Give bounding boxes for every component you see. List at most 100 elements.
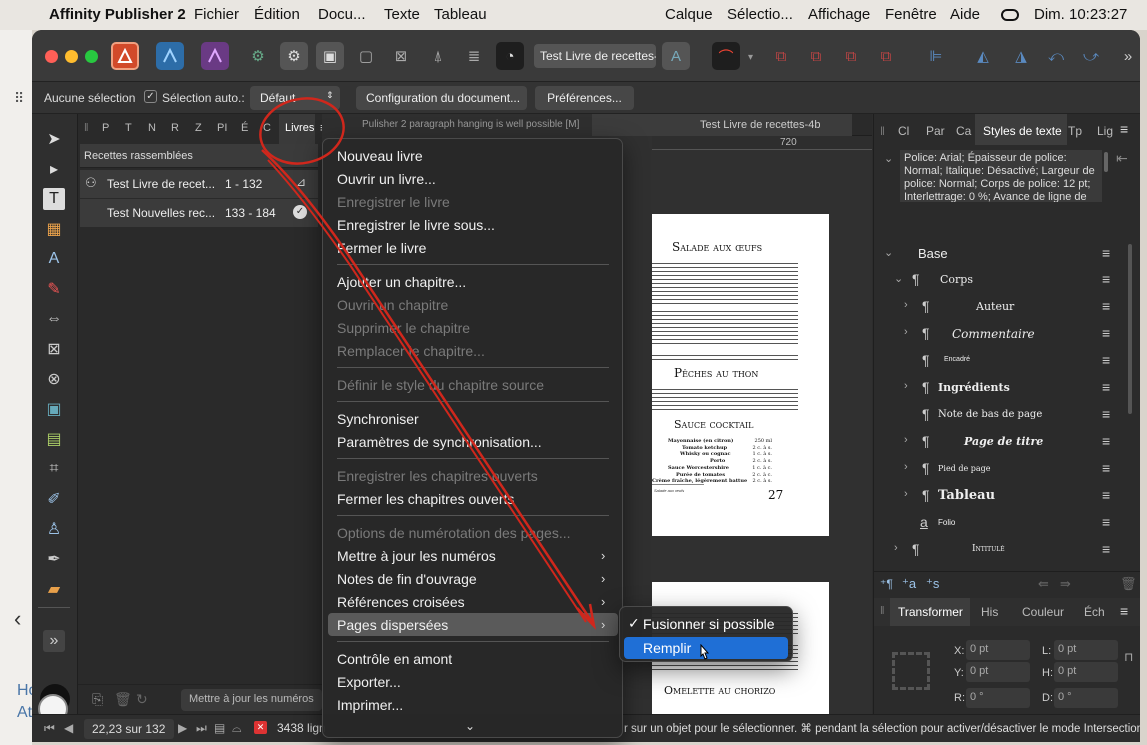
menu-selection[interactable]: Sélectio... [727, 6, 793, 23]
new-style-from-selection-icon[interactable]: ⁺s [926, 576, 939, 592]
menu-document[interactable]: Docu... [318, 6, 366, 23]
back-chevron-icon[interactable]: ‹ [14, 606, 21, 632]
update-numbers-button[interactable]: Mettre à jour les numéros [181, 689, 322, 711]
menu-export[interactable]: Exporter... [337, 674, 401, 690]
page-indicator[interactable]: 22,23 sur 132 [84, 719, 174, 739]
menu-endnotes[interactable]: Notes de fin d'ouvrage [337, 571, 477, 587]
preview-mode-icon[interactable]: ◔ [496, 42, 524, 70]
preflight-error-icon[interactable]: ✕ [254, 721, 267, 734]
add-chapter-icon[interactable]: ⎘ [92, 691, 103, 708]
ellipse-frame-tool-icon[interactable]: ⊗ [43, 368, 65, 390]
tab-ca[interactable]: Ca [956, 124, 971, 138]
stack-icon[interactable]: ≣ [460, 42, 488, 70]
style-row-tableau[interactable]: › ¶ Tableau ≡ [874, 483, 1136, 510]
style-row-footer[interactable]: › ¶ Pied de page ≡ [874, 456, 1136, 483]
panel-grip[interactable]: ‖ [880, 605, 885, 617]
pages-icon[interactable]: ▤ [214, 721, 225, 735]
style-row-base[interactable]: ⌄ Base ≡ [874, 241, 1136, 268]
place-image-tool-icon[interactable]: ▣ [43, 398, 65, 420]
close-window-button[interactable] [45, 50, 58, 63]
tab-p[interactable]: P [102, 122, 109, 134]
menu-affichage[interactable]: Affichage [808, 6, 870, 23]
collapse-description-icon[interactable]: ⌄ [884, 152, 893, 165]
arrange-icon-1[interactable]: ⧉ [767, 42, 795, 70]
tab-cl[interactable]: Cl [898, 124, 909, 138]
grid-frame-icon[interactable]: ⊠ [387, 42, 415, 70]
rotation-field[interactable]: 0 ° [966, 688, 1030, 708]
horizontal-ruler[interactable]: 720 [652, 136, 872, 150]
arrange-icon-2[interactable]: ⧉ [802, 42, 830, 70]
menu-scattered-pages[interactable]: Pages dispersées [337, 617, 448, 633]
gear-icon[interactable]: ⚙ [244, 42, 272, 70]
document-setup-button[interactable]: Configuration du document... [356, 86, 527, 110]
settings-active-icon[interactable]: ⚙ [280, 42, 308, 70]
l-field[interactable]: 0 pt [1054, 640, 1118, 660]
lock-ratio-icon[interactable]: ⊓ [1124, 650, 1133, 664]
app-menu[interactable]: Affinity Publisher 2 [49, 6, 186, 23]
style-row-encadre[interactable]: ¶ Encadré ≡ [874, 348, 1136, 375]
tab-color[interactable]: Couleur [1022, 605, 1064, 619]
menu-cross-references[interactable]: Références croisées [337, 594, 465, 610]
delete-style-icon[interactable]: 🗑 [1120, 576, 1137, 592]
tab-history[interactable]: His [981, 605, 998, 619]
style-menu-icon[interactable]: ≡ [1102, 433, 1110, 449]
style-menu-icon[interactable]: ≡ [1102, 541, 1110, 557]
ruler-tool-icon[interactable]: ▰ [43, 578, 65, 600]
rotate-left-icon[interactable]: ⤺ [1042, 42, 1070, 70]
tab-lig[interactable]: Lig [1097, 124, 1113, 138]
preferences-button[interactable]: Préférences... [535, 86, 634, 110]
flip-horizontal-icon[interactable]: ◭ [969, 42, 997, 70]
style-menu-icon[interactable]: ≡ [1102, 271, 1110, 287]
menu-save-book-as[interactable]: Enregistrer le livre sous... [337, 217, 495, 233]
artistic-text-tool-icon[interactable]: A [43, 248, 65, 270]
styles-panel-menu-icon[interactable]: ≡ [1120, 121, 1128, 137]
menu-fenetre[interactable]: Fenêtre [885, 6, 937, 23]
chapter-row-1[interactable]: ⚇ Test Livre de recet... 1 - 132 ⊿ [80, 170, 318, 198]
style-menu-icon[interactable]: ≡ [1102, 325, 1110, 341]
menu-update-numbers[interactable]: Mettre à jour les numéros [337, 548, 496, 564]
snapping-dropdown-icon[interactable]: ▾ [748, 52, 753, 63]
style-menu-icon[interactable]: ≡ [1102, 245, 1110, 261]
tab-swatches[interactable]: Éch [1084, 605, 1105, 619]
menu-tableau[interactable]: Tableau [434, 6, 487, 23]
style-row-intitule[interactable]: › ¶ Intitulé ≡ [874, 537, 1136, 564]
transparency-tool-icon[interactable]: ✐ [43, 488, 65, 510]
style-menu-icon[interactable]: ≡ [1102, 352, 1110, 368]
tab-text-styles[interactable]: Styles de texte [983, 124, 1062, 138]
style-menu-icon[interactable]: ≡ [1102, 298, 1110, 314]
chapter-row-2[interactable]: Test Nouvelles rec... 133 - 184 ✓ [80, 199, 318, 227]
frame-icon[interactable]: ▢ [352, 42, 380, 70]
style-row-ingredients[interactable]: › ¶ Ingrédients ≡ [874, 375, 1136, 402]
text-frame-icon[interactable]: A [662, 42, 690, 70]
menu-print[interactable]: Imprimer... [337, 697, 403, 713]
node-tool-icon[interactable]: ▸ [43, 158, 65, 180]
styles-scrollbar[interactable] [1128, 244, 1132, 414]
align-icon[interactable]: ⊫ [922, 42, 950, 70]
more-tools-icon[interactable]: » [1114, 42, 1140, 70]
tab-doc-2[interactable]: Test Livre de recettes-4b [592, 114, 852, 136]
publisher-persona-icon[interactable] [111, 42, 139, 70]
style-row-corps[interactable]: ⌄ ¶ Corps ≡ [874, 267, 1136, 294]
tab-e[interactable]: É [241, 122, 248, 134]
panel-grip[interactable]: ‖ [880, 124, 885, 138]
tab-pi[interactable]: PI [217, 122, 227, 134]
transform-panel-menu-icon[interactable]: ≡ [1120, 603, 1128, 619]
vector-brush-tool-icon[interactable]: ♙ [43, 518, 65, 540]
menu-fichier[interactable]: Fichier [194, 6, 239, 23]
menu-aide[interactable]: Aide [950, 6, 980, 23]
pin-icon[interactable]: ⍋ [424, 42, 452, 70]
style-row-title-page[interactable]: › ¶ Page de titre ≡ [874, 429, 1136, 456]
style-row-footnote[interactable]: ¶ Note de bas de page ≡ [874, 402, 1136, 429]
snapping-icon[interactable]: ⌒ [712, 42, 740, 70]
crop-tool-icon[interactable]: ⌗ [43, 458, 65, 480]
table-tool-icon[interactable]: ▦ [43, 218, 65, 240]
master-page-icon[interactable]: ▣ [316, 42, 344, 70]
new-character-style-icon[interactable]: ⁺a [902, 576, 916, 592]
style-row-folio[interactable]: a Folio ≡ [874, 510, 1136, 537]
arrange-icon-3[interactable]: ⧉ [837, 42, 865, 70]
description-scrollbar[interactable] [1104, 152, 1108, 172]
spread-icon[interactable]: ⌓ [232, 721, 242, 736]
prev-page-icon[interactable]: ◀ [64, 721, 73, 735]
last-page-icon[interactable]: ⏭ [196, 721, 207, 736]
menu-calque[interactable]: Calque [665, 6, 713, 23]
